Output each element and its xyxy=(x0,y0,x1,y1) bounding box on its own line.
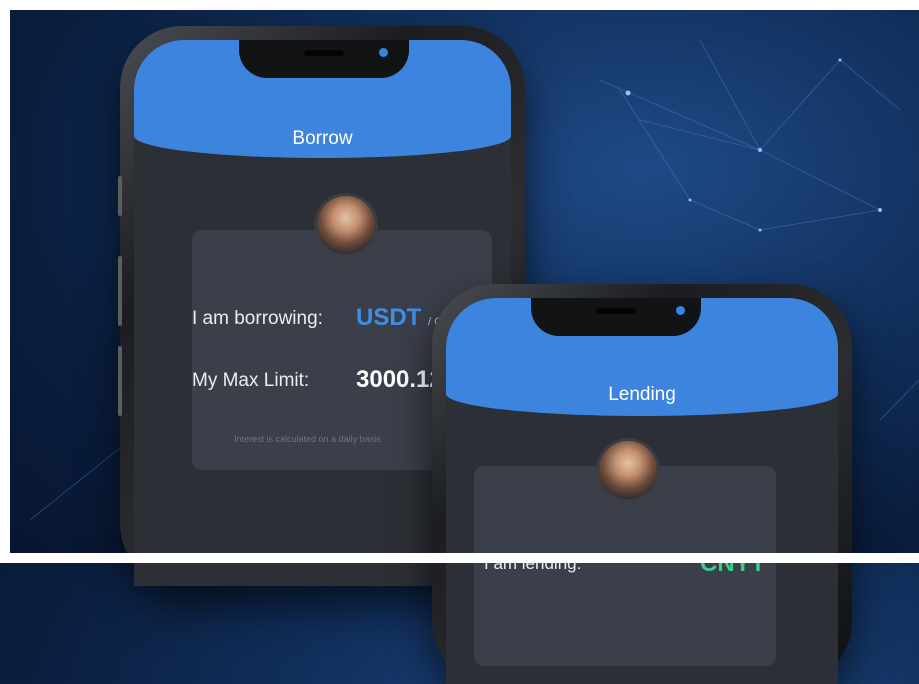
lending-phone: Lending I am lending: CNYT xyxy=(432,284,852,684)
camera-icon xyxy=(379,48,388,57)
borrow-title: Borrow xyxy=(292,128,353,149)
max-limit-label: My Max Limit: xyxy=(192,370,310,391)
lending-title: Lending xyxy=(608,384,676,405)
speaker-icon xyxy=(596,308,636,314)
speaker-icon xyxy=(304,50,344,56)
phone-volume-up-button xyxy=(118,256,122,326)
borrowing-currency-value: USDT xyxy=(356,304,422,331)
phone-volume-down-button xyxy=(118,346,122,416)
interest-note: Interest is calculated on a daily basis xyxy=(234,434,381,444)
phone-notch xyxy=(531,298,701,336)
borrowing-label: I am borrowing: xyxy=(192,308,323,329)
phone-side-button xyxy=(118,176,122,216)
borrow-header: Borrow xyxy=(134,40,511,158)
phone-notch xyxy=(239,40,409,78)
image-border-bottom xyxy=(0,553,919,563)
lender-avatar xyxy=(596,438,660,502)
lending-header: Lending xyxy=(446,298,838,416)
lending-screen: Lending I am lending: CNYT xyxy=(446,298,838,684)
borrower-avatar xyxy=(314,193,378,257)
max-limit-value: 3000.12 xyxy=(356,366,443,393)
camera-icon xyxy=(676,306,685,315)
